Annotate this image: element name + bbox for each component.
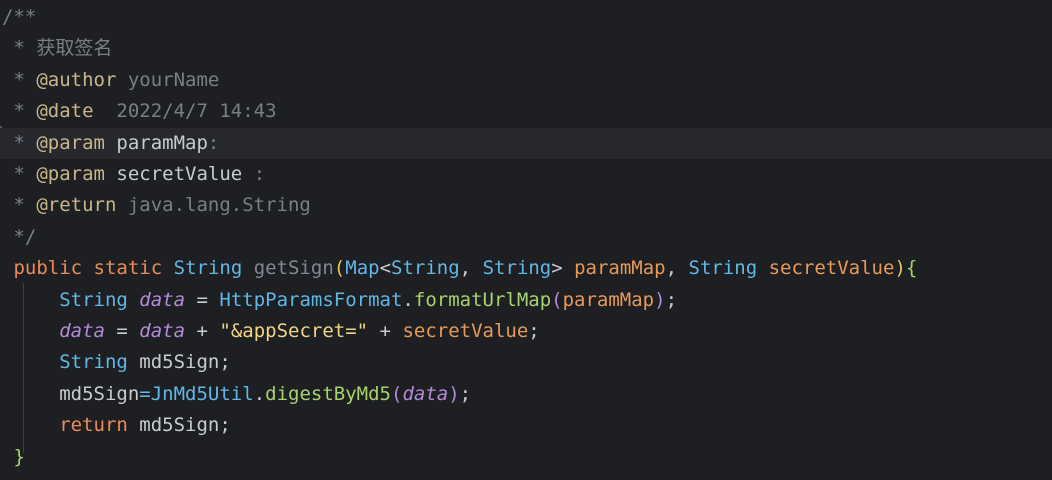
code-line[interactable]: * @param paramMap: [0, 127, 1052, 159]
code-token: : [242, 163, 266, 185]
code-token: = [104, 320, 140, 342]
code-token: ; [665, 288, 678, 311]
code-token: ( [390, 382, 403, 405]
code-token: : [207, 131, 220, 154]
code-line[interactable]: * @param secretValue : [0, 159, 1052, 190]
code-line[interactable]: /** [0, 2, 1052, 33]
code-token: String [2, 288, 128, 311]
code-token: > [551, 257, 575, 280]
code-token: } [2, 445, 25, 468]
code-token: data [402, 382, 449, 405]
code-token: ) [894, 257, 906, 280]
code-token: ( [333, 257, 346, 280]
code-token: static [93, 257, 163, 280]
code-line[interactable]: */ [0, 222, 1052, 253]
code-token: ; [459, 382, 472, 405]
code-token: String [688, 257, 758, 280]
code-token: * [2, 68, 37, 91]
code-token: data [59, 320, 105, 342]
code-token: @date [36, 100, 94, 123]
code-token: ) [654, 288, 666, 311]
code-line[interactable]: String data = HttpParamsFormat.formatUrl… [0, 285, 1052, 316]
code-token: ( [551, 288, 563, 311]
code-token: = [185, 288, 220, 311]
code-line[interactable]: public static String getSign(Map<String,… [0, 253, 1052, 284]
code-token: formatUrlMap [413, 288, 552, 311]
code-token: data [139, 320, 186, 342]
code-token: paramMap [574, 257, 666, 280]
code-token: * [2, 194, 37, 217]
code-editor[interactable]: /** * 获取签名 * @author yourName * @date 20… [0, 0, 1052, 480]
code-token: Map [345, 257, 380, 280]
code-line[interactable]: md5Sign=JnMd5Util.digestByMd5(data); [0, 379, 1052, 410]
code-token: @param [36, 163, 105, 185]
code-token: md5Sign; [127, 351, 231, 374]
code-line[interactable]: } [0, 442, 1052, 473]
code-token: * [2, 37, 37, 60]
code-token: md5Sign [2, 382, 140, 405]
code-token: yourName [116, 68, 220, 91]
code-token: digestByMd5 [265, 382, 391, 405]
code-token: * [2, 100, 37, 123]
code-token: + [368, 320, 403, 342]
code-line[interactable]: data = data + "&appSecret=" + secretValu… [0, 316, 1052, 347]
code-token: 2022/4/7 14:43 [93, 100, 277, 123]
code-token: HttpParamsFormat [219, 288, 403, 311]
code-token: return [2, 414, 128, 437]
code-token: getSign [253, 257, 334, 280]
code-token: paramMap [104, 131, 208, 154]
code-token: + [185, 320, 220, 342]
code-token: "&appSecret=" [219, 320, 369, 342]
code-line[interactable]: * @return java.lang.String [0, 190, 1052, 221]
code-token: */ [2, 225, 37, 248]
code-token: public [2, 257, 83, 280]
code-token: * [2, 131, 37, 154]
code-token: java.lang.String [116, 194, 311, 217]
code-token: ; [528, 320, 540, 342]
code-token: = [139, 382, 151, 405]
code-token: < [379, 257, 392, 280]
code-token: secretValue [402, 320, 529, 342]
code-token: String [482, 257, 552, 280]
code-token: String [391, 257, 460, 280]
code-token: , [459, 257, 483, 280]
code-token: data [139, 288, 186, 311]
code-line[interactable]: * 获取签名 [0, 33, 1052, 64]
code-token: ) [448, 382, 460, 405]
code-token: . [402, 288, 414, 311]
code-line[interactable]: * @date 2022/4/7 14:43 [0, 96, 1052, 127]
code-line[interactable]: return md5Sign; [0, 410, 1052, 441]
code-line[interactable]: String md5Sign; [0, 347, 1052, 378]
code-token: String [2, 351, 128, 374]
code-token: @author [36, 68, 117, 91]
code-token: { [905, 257, 918, 280]
code-token: secretValue [768, 257, 895, 280]
code-token: * [2, 163, 37, 185]
code-token: md5Sign; [127, 414, 231, 437]
code-token: 获取签名 [36, 37, 113, 60]
code-token: /** [2, 6, 37, 28]
code-token: @param [36, 131, 105, 154]
code-token: @return [36, 194, 117, 217]
code-line[interactable]: * @author yourName [0, 65, 1052, 96]
code-token: paramMap [562, 288, 655, 311]
code-token: JnMd5Util [150, 382, 254, 405]
code-token: . [253, 382, 266, 405]
code-token: String [173, 257, 243, 280]
code-token: , [665, 257, 689, 280]
code-token: secretValue [104, 163, 243, 185]
